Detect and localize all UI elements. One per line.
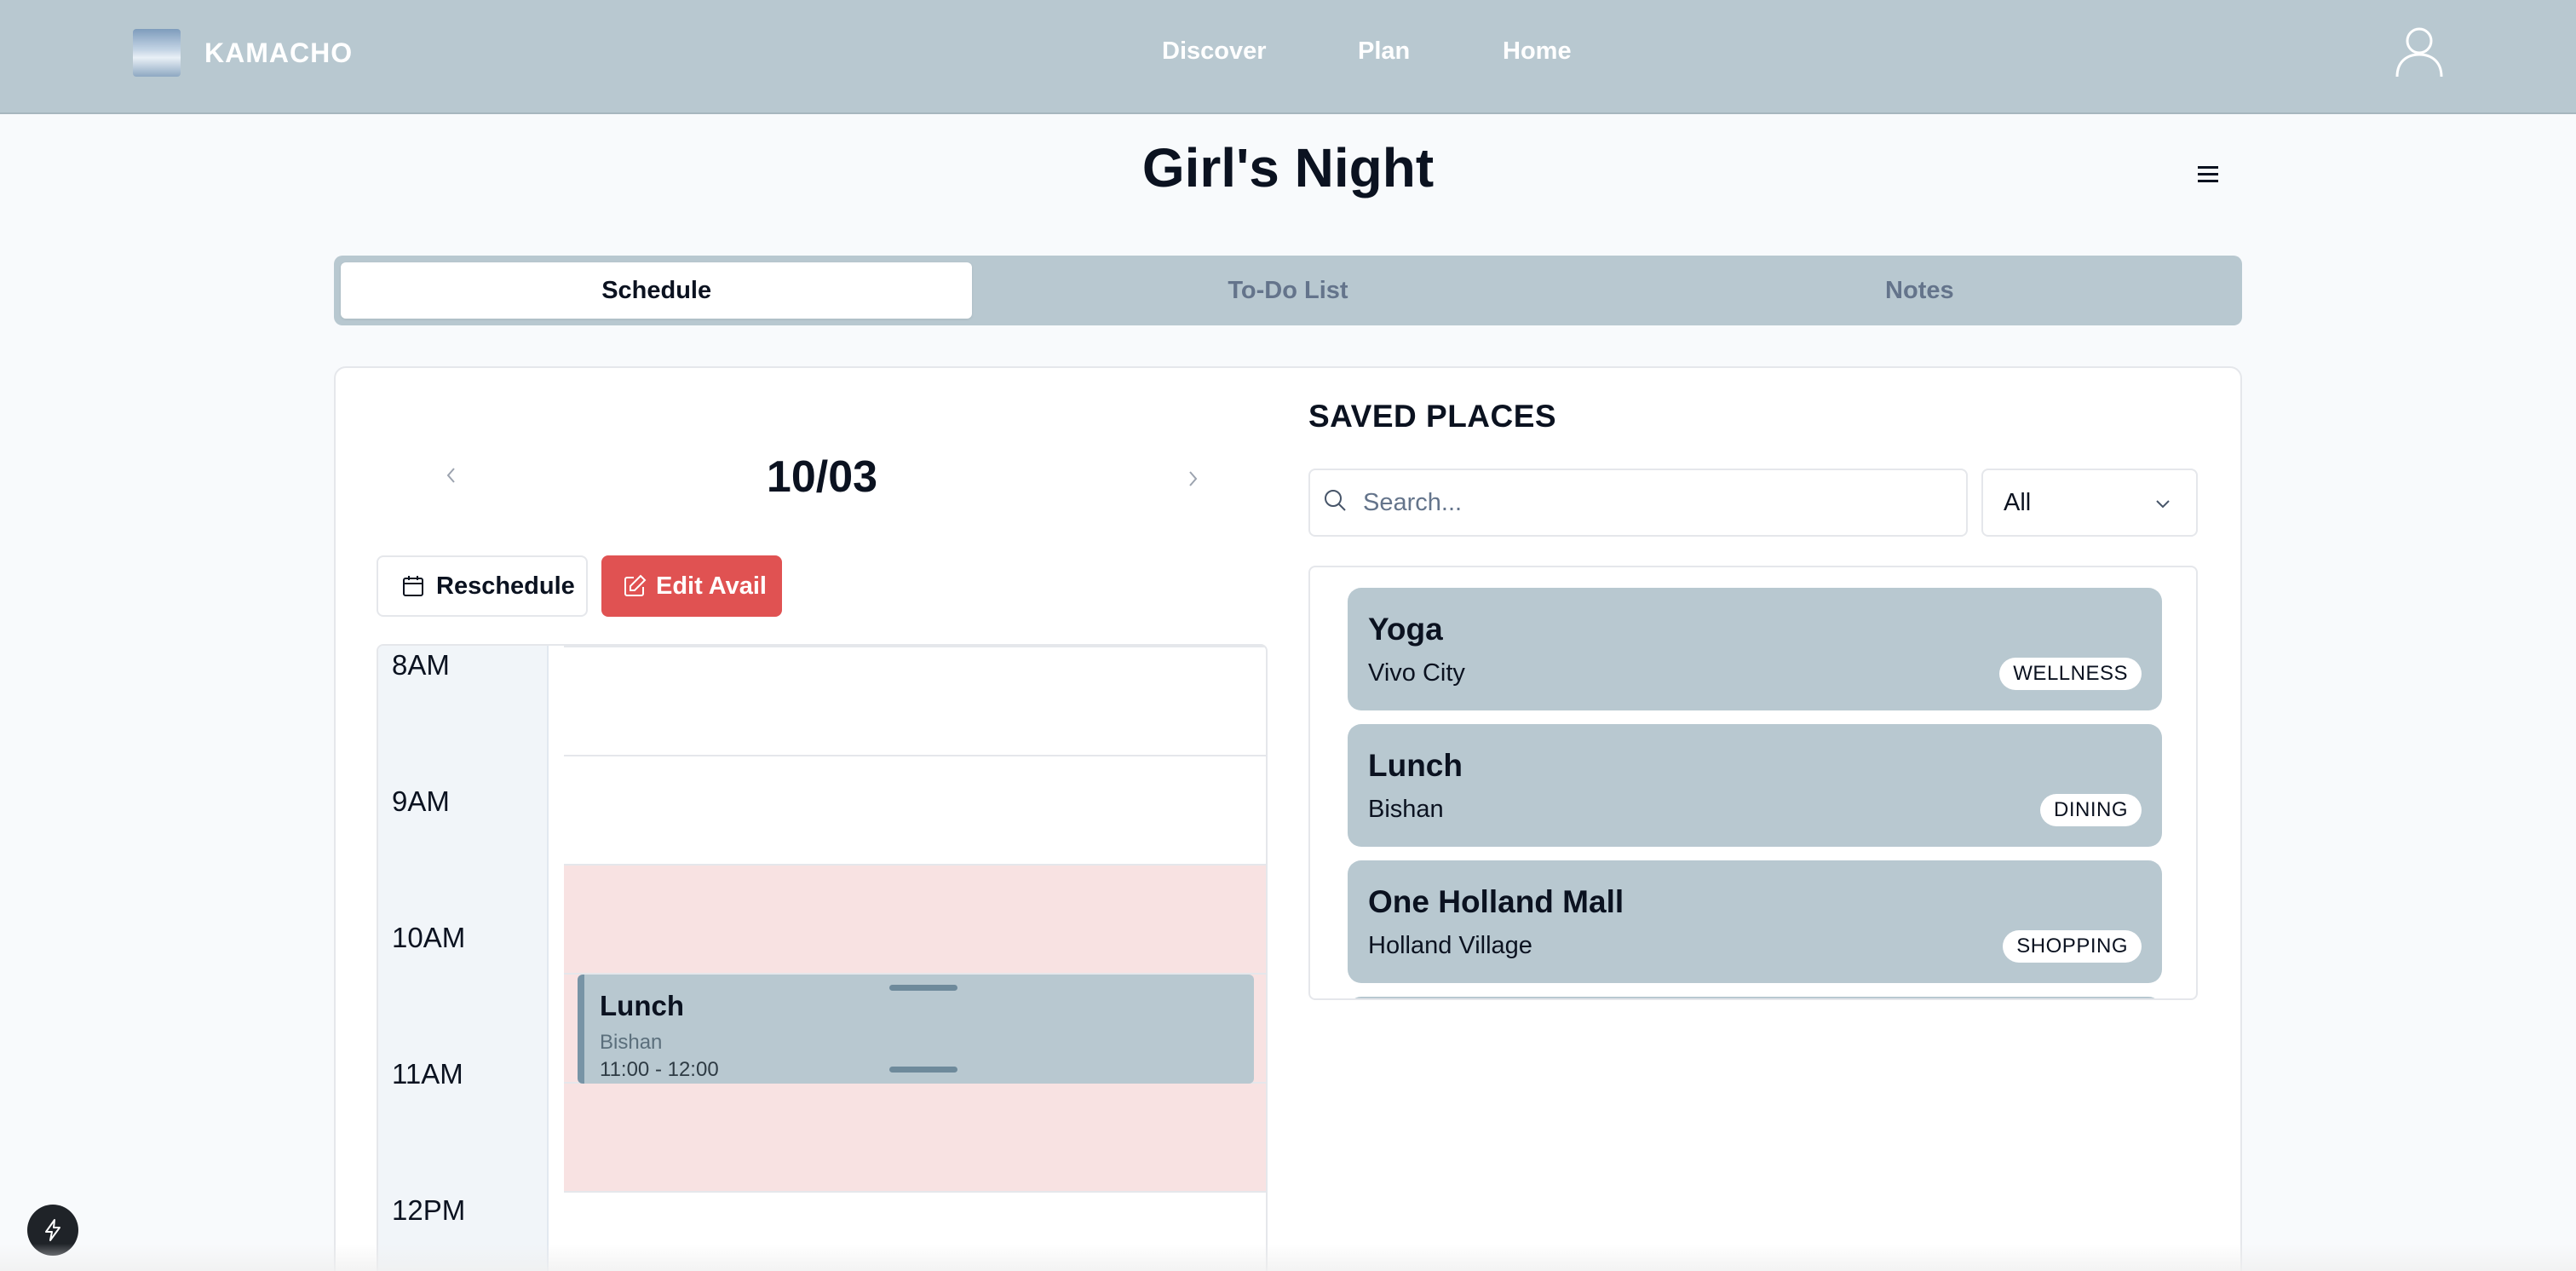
place-location: Bishan: [1368, 796, 1444, 823]
brand-name[interactable]: KAMACHO: [204, 37, 353, 69]
place-name: One Holland Mall: [1368, 884, 1624, 919]
saved-place-card[interactable]: One Holland Mall Holland Village SHOPPIN…: [1348, 860, 2162, 983]
event-resize-handle-bottom[interactable]: [889, 1067, 957, 1073]
calendar-grid: Lunch Bishan 11:00 - 12:00: [564, 646, 1266, 1271]
edit-icon: [624, 574, 647, 596]
top-navbar: KAMACHO Discover Plan Home: [0, 0, 2576, 114]
nav-link-home[interactable]: Home: [1503, 37, 1572, 66]
place-name: Lunch: [1368, 748, 1463, 783]
event-location: Bishan: [600, 1031, 663, 1054]
quick-action-button[interactable]: [27, 1205, 78, 1256]
nav-link-plan[interactable]: Plan: [1358, 37, 1410, 66]
tab-bar: Schedule To-Do List Notes: [334, 256, 2242, 325]
lightning-icon: [45, 1219, 60, 1241]
category-filter-select[interactable]: All: [1981, 469, 2198, 537]
filter-selected-value: All: [2004, 488, 2032, 516]
chevron-down-icon: [2156, 500, 2170, 509]
reschedule-button-label: Reschedule: [436, 572, 575, 600]
calendar-event-lunch[interactable]: Lunch Bishan 11:00 - 12:00: [578, 975, 1254, 1084]
tab-to-do-list[interactable]: To-Do List: [972, 262, 1603, 319]
saved-places-title: SAVED PLACES: [1308, 399, 1557, 434]
time-label: 8AM: [392, 649, 450, 681]
event-resize-handle-top[interactable]: [889, 985, 957, 991]
next-day-chevron-icon[interactable]: [1181, 467, 1205, 491]
day-calendar: 8AM 9AM 10AM 11AM 12PM Lunch Bishan 11:0…: [377, 644, 1268, 1271]
saved-place-card[interactable]: Lunch Bishan DINING: [1348, 724, 2162, 847]
saved-place-card-partial[interactable]: [1348, 997, 2162, 998]
reschedule-button[interactable]: Reschedule: [377, 555, 588, 617]
event-title: Lunch: [600, 990, 684, 1021]
time-label: 9AM: [392, 785, 450, 817]
place-location: Holland Village: [1368, 932, 1532, 959]
unavailable-slot[interactable]: [564, 1082, 1266, 1191]
user-icon[interactable]: [2394, 24, 2445, 78]
time-label: 12PM: [392, 1194, 466, 1226]
search-icon: [1325, 490, 1346, 511]
category-badge: WELLNESS: [1999, 658, 2142, 690]
place-name: Yoga: [1368, 612, 1443, 647]
calendar-icon: [403, 576, 423, 596]
time-slot[interactable]: [564, 1191, 1266, 1271]
category-badge: SHOPPING: [2003, 930, 2142, 963]
search-input[interactable]: [1363, 482, 1951, 523]
event-time: 11:00 - 12:00: [600, 1058, 719, 1081]
unavailable-slot[interactable]: [564, 864, 1266, 973]
saved-place-card[interactable]: Yoga Vivo City WELLNESS: [1348, 588, 2162, 710]
hamburger-menu-icon[interactable]: [2194, 160, 2222, 187]
tab-notes[interactable]: Notes: [1604, 262, 2235, 319]
saved-places-list: Yoga Vivo City WELLNESS Lunch Bishan DIN…: [1308, 566, 2198, 1000]
tab-schedule[interactable]: Schedule: [341, 262, 973, 319]
category-badge: DINING: [2040, 794, 2142, 826]
logo-image[interactable]: [133, 29, 181, 77]
edit-availability-button[interactable]: Edit Avail: [601, 555, 782, 617]
nav-link-discover[interactable]: Discover: [1162, 37, 1267, 66]
time-label: 10AM: [392, 922, 466, 953]
place-location: Vivo City: [1368, 659, 1465, 687]
time-label: 11AM: [392, 1058, 463, 1090]
time-column: 8AM 9AM 10AM 11AM 12PM: [378, 646, 549, 1271]
page-title: Girl's Night: [1141, 137, 1435, 198]
edit-availability-label: Edit Avail: [656, 572, 767, 600]
